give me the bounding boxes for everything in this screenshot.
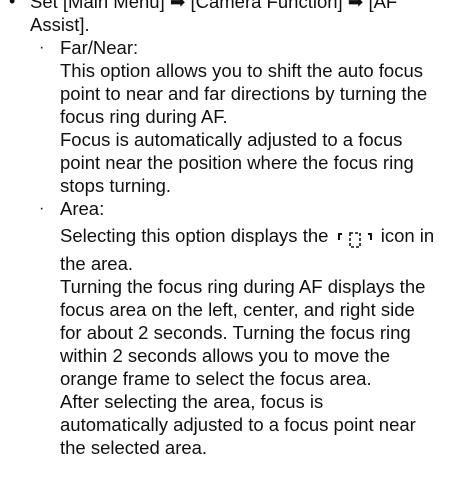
option-icon-line: Selecting this option displays the icon … bbox=[60, 220, 464, 252]
option-title: Far/Near: bbox=[60, 37, 139, 58]
instruction-line-1: Set [Main Menu] ➡ [Camera Function] ➡ [A… bbox=[30, 0, 398, 12]
option-text-fragment: icon in bbox=[380, 225, 435, 246]
option-title: Area: bbox=[60, 198, 105, 219]
option-text-line: stops turning. bbox=[60, 175, 172, 196]
option-text-line: orange frame to select the focus area. bbox=[60, 368, 372, 389]
focus-area-icon bbox=[336, 229, 374, 251]
option-text-line: focus ring during AF. bbox=[60, 106, 228, 127]
option-text-line: point near the position where the focus … bbox=[60, 152, 414, 173]
option-text-line: This option allows you to shift the auto… bbox=[60, 60, 424, 81]
instruction-line-2: Assist]. bbox=[30, 14, 90, 35]
option-text-line: Focus is automatically adjusted to a foc… bbox=[60, 129, 403, 150]
option-text-fragment: Selecting this option displays the bbox=[60, 225, 329, 246]
sub-bullet-icon: · bbox=[39, 39, 45, 56]
option-text-line: automatically adjusted to a focus point … bbox=[60, 414, 416, 435]
option-text-line: the selected area. bbox=[60, 437, 208, 458]
option-area: · Area: Selecting this option displays t… bbox=[30, 197, 464, 459]
sub-bullet-icon: · bbox=[39, 200, 45, 217]
instruction-item: • Set [Main Menu] ➡ [Camera Function] ➡ … bbox=[0, 0, 472, 459]
option-text-line: within 2 seconds allows you to move the bbox=[60, 345, 391, 366]
manual-page: • Set [Main Menu] ➡ [Camera Function] ➡ … bbox=[0, 0, 472, 459]
option-text-line: Turning the focus ring during AF display… bbox=[60, 276, 426, 297]
option-text-line: After selecting the area, focus is bbox=[60, 391, 324, 412]
option-text-line: point to near and far directions by turn… bbox=[60, 83, 428, 104]
bullet-icon: • bbox=[9, 0, 16, 11]
option-text-line: the area. bbox=[60, 253, 134, 274]
option-far-near: · Far/Near: This option allows you to sh… bbox=[30, 36, 464, 197]
option-text-line: for about 2 seconds. Turning the focus r… bbox=[60, 322, 411, 343]
option-text-line: focus area on the left, center, and righ… bbox=[60, 299, 415, 320]
